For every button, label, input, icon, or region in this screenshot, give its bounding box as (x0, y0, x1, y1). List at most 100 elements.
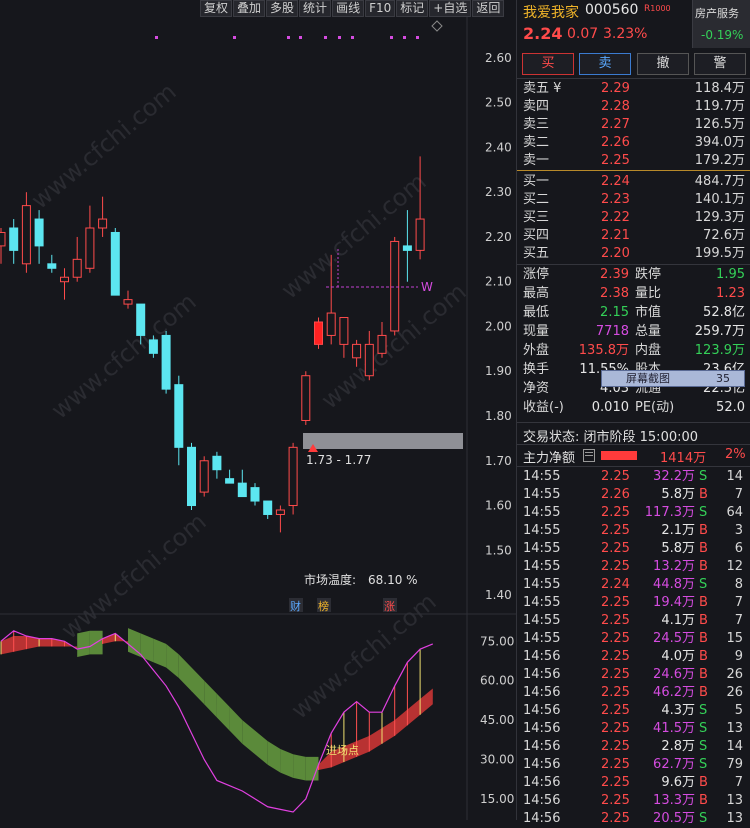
stat-label: 最低 (523, 305, 550, 320)
toolbar-button-7[interactable]: +自选 (429, 0, 472, 17)
tick-side: S (699, 703, 708, 718)
toolbar-button-8[interactable]: 返回 (472, 0, 505, 17)
range-box (303, 433, 463, 449)
tick-time: 14:55 (523, 559, 561, 574)
tick-time: 14:56 (523, 721, 561, 736)
menu-icon[interactable] (583, 449, 595, 462)
stat-value: 52.0 (716, 400, 745, 415)
candle-body (212, 455, 222, 471)
tick-volume: 46.2万 (653, 685, 695, 700)
ask-label: 卖四 (523, 99, 550, 114)
ask-level[interactable]: 卖四 2.28 119.7万 (523, 98, 745, 116)
screenshot-overlay[interactable]: 屏幕截图 35 (601, 370, 745, 387)
tick-side: B (699, 685, 708, 700)
candle-body (275, 509, 285, 515)
candle-body (402, 245, 412, 251)
tick-row: 14:55 2.25 24.5万 B 15 (523, 630, 745, 648)
tick-volume: 20.5万 (653, 811, 695, 826)
price-tick-label: 2.40 (485, 140, 512, 154)
tick-row: 14:56 2.25 9.6万 B 7 (523, 774, 745, 792)
stat-label: 内盘 (635, 343, 662, 358)
tick-row: 14:55 2.25 19.4万 B 7 (523, 594, 745, 612)
sell-button[interactable]: 卖 (579, 53, 631, 75)
tick-price: 2.25 (601, 703, 630, 718)
toolbar-button-1[interactable]: 叠加 (233, 0, 266, 17)
bid-level[interactable]: 买四 2.21 72.6万 (523, 227, 745, 245)
tick-price: 2.25 (601, 721, 630, 736)
kline-chart[interactable]: www.cfchi.comwww.cfchi.comwww.cfchi.comw… (0, 0, 516, 820)
stat-value: 7718 (595, 324, 629, 339)
ask-level[interactable]: 卖三 2.27 126.5万 (523, 116, 745, 134)
toolbar-button-5[interactable]: F10 (365, 0, 396, 17)
candle-body (301, 375, 311, 421)
tick-side: S (699, 469, 708, 484)
bid-level[interactable]: 买二 2.23 140.1万 (523, 191, 745, 209)
toolbar-button-2[interactable]: 多股 (266, 0, 299, 17)
stat-label: 涨停 (523, 267, 550, 282)
bid-level[interactable]: 买五 2.20 199.5万 (523, 245, 745, 263)
main-flow-bar (601, 451, 637, 460)
toolbar-button-4[interactable]: 画线 (332, 0, 365, 17)
cancel-button[interactable]: 撤 (637, 53, 689, 75)
tick-side: S (699, 577, 708, 592)
tick-price: 2.25 (601, 523, 630, 538)
tick-side: S (699, 739, 708, 754)
stat-value: 1.23 (716, 286, 745, 301)
signal-dot (324, 36, 327, 39)
tick-volume: 62.7万 (653, 757, 695, 772)
stock-name[interactable]: 我爱我家 (523, 2, 579, 22)
sector-pct: -0.19% (701, 28, 744, 42)
price-change: 0.07 (567, 26, 599, 42)
candle-body (250, 487, 260, 502)
tick-side: B (699, 613, 708, 628)
bid-label: 买二 (523, 192, 550, 207)
tick-time: 14:55 (523, 613, 561, 628)
candle-body (199, 460, 209, 493)
tick-time: 14:56 (523, 775, 561, 790)
ask-level[interactable]: 卖一 2.25 179.2万 (523, 152, 745, 170)
stat-value: 123.9万 (694, 343, 745, 358)
alert-button[interactable]: 警 (694, 53, 746, 75)
price-tick-label: 2.60 (485, 51, 512, 65)
price-tick-label: 1.50 (485, 543, 512, 557)
price-tick-label: 2.00 (485, 319, 512, 333)
bid-level[interactable]: 买一 2.24 484.7万 (523, 173, 745, 191)
toolbar-button-3[interactable]: 统计 (299, 0, 332, 17)
marker-2: 涨 (384, 600, 395, 613)
tick-count: 26 (726, 667, 743, 682)
tick-time: 14:56 (523, 739, 561, 754)
bid-label: 买三 (523, 210, 550, 225)
bid-price: 2.20 (601, 246, 630, 261)
ask-volume: 394.0万 (694, 135, 745, 150)
buy-button[interactable]: 买 (522, 53, 574, 75)
stat-label: 最高 (523, 286, 550, 301)
ask-level[interactable]: 卖二 2.26 394.0万 (523, 134, 745, 152)
toolbar-button-0[interactable]: 复权 (200, 0, 233, 17)
signal-dot (416, 36, 419, 39)
candle-body (85, 227, 95, 269)
indicator-tick-label: 60.00 (480, 674, 514, 688)
tick-price: 2.25 (601, 667, 630, 682)
ask-volume: 119.7万 (694, 99, 745, 114)
toolbar-button-6[interactable]: 标记 (396, 0, 429, 17)
bid-price: 2.21 (601, 228, 630, 243)
tick-time: 14:55 (523, 505, 561, 520)
bid-price: 2.23 (601, 192, 630, 207)
tick-side: S (699, 505, 708, 520)
tick-price: 2.25 (601, 739, 630, 754)
tick-side: B (699, 559, 708, 574)
tick-price: 2.25 (601, 469, 630, 484)
bid-volume: 140.1万 (694, 192, 745, 207)
ask-level[interactable]: 卖五 ¥ 2.29 118.4万 (523, 80, 745, 98)
market-temp-value: 68.10 % (368, 573, 418, 587)
price-tick-label: 1.60 (485, 499, 512, 513)
sector-box[interactable]: 房产服务 -0.19% (692, 0, 750, 48)
tick-row: 14:55 2.25 32.2万 S 14 (523, 468, 745, 486)
tick-time: 14:55 (523, 523, 561, 538)
candle-body (148, 339, 158, 354)
tick-volume: 5.8万 (661, 541, 695, 556)
candle-body (390, 240, 400, 332)
bid-level[interactable]: 买三 2.22 129.3万 (523, 209, 745, 227)
tick-side: S (699, 811, 708, 826)
candle-body (123, 299, 133, 305)
